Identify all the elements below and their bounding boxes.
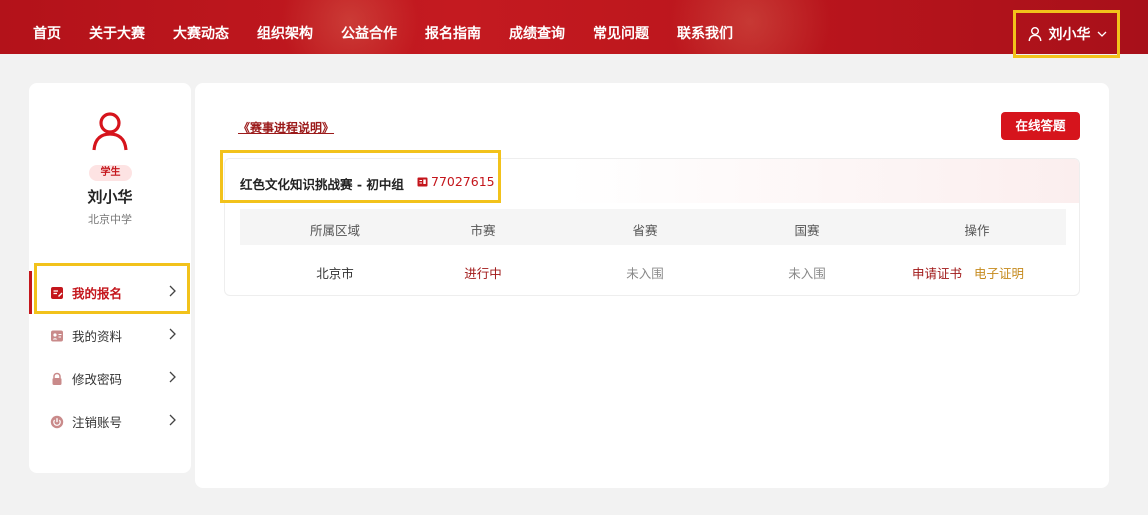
nav-item-contact[interactable]: 联系我们 — [663, 0, 747, 54]
sidebar-item-label: 修改密码 — [72, 372, 123, 387]
sidebar-item-label: 我的资料 — [72, 329, 123, 344]
nav-item-about[interactable]: 关于大赛 — [75, 0, 159, 54]
cell-region: 北京市 — [316, 266, 354, 281]
chevron-right-icon — [168, 285, 176, 300]
column-header: 国赛 — [794, 223, 820, 238]
column-header: 所属区域 — [309, 223, 360, 238]
avatar-user-icon — [91, 111, 129, 151]
sidebar-item-my-registration[interactable]: 我的报名 — [29, 271, 191, 314]
chevron-right-icon — [168, 371, 176, 386]
nav-item-organization[interactable]: 组织架构 — [243, 0, 327, 54]
registration-icon — [50, 286, 64, 300]
cell-national-status: 未入围 — [788, 266, 826, 281]
cell-province-status: 未入围 — [626, 266, 664, 281]
nav-item-score-query[interactable]: 成绩查询 — [495, 0, 579, 54]
nav-item-charity[interactable]: 公益合作 — [327, 0, 411, 54]
lock-icon — [50, 372, 64, 386]
nav-item-registration-guide[interactable]: 报名指南 — [411, 0, 495, 54]
id-card-icon — [417, 176, 428, 187]
card-header: 红色文化知识挑战赛 - 初中组 77027615 — [225, 159, 1079, 203]
top-nav-bar: 首页 关于大赛 大赛动态 组织架构 公益合作 报名指南 成绩查询 常见问题 联系… — [0, 0, 1148, 54]
main-panel: 《赛事进程说明》 在线答题 红色文化知识挑战赛 - 初中组 77027615 所… — [195, 83, 1109, 488]
nav-item-news[interactable]: 大赛动态 — [159, 0, 243, 54]
registration-card: 红色文化知识挑战赛 - 初中组 77027615 所属区域 市赛 省赛 国赛 操… — [224, 158, 1080, 296]
main-nav: 首页 关于大赛 大赛动态 组织架构 公益合作 报名指南 成绩查询 常见问题 联系… — [19, 0, 747, 54]
sidebar-item-my-profile[interactable]: 我的资料 — [29, 314, 191, 357]
cell-actions: 申请证书 电子证明 — [912, 263, 1024, 282]
profile-school: 北京中学 — [88, 213, 132, 226]
process-description-link[interactable]: 《赛事进程说明》 — [238, 119, 334, 136]
contest-name: 红色文化知识挑战赛 - 初中组 — [240, 177, 404, 192]
cell-city-status: 进行中 — [464, 266, 502, 281]
column-header: 省赛 — [632, 223, 658, 238]
sidebar-item-label: 我的报名 — [72, 286, 123, 301]
user-icon — [1027, 26, 1043, 42]
column-header: 市赛 — [470, 223, 496, 238]
sidebar-item-change-password[interactable]: 修改密码 — [29, 357, 191, 400]
column-header: 操作 — [964, 223, 990, 238]
sidebar: 学生 刘小华 北京中学 我的报名 我的资料 修改密码 注销账号 — [29, 83, 191, 473]
user-menu-name: 刘小华 — [1048, 27, 1091, 43]
sidebar-item-label: 注销账号 — [72, 415, 123, 430]
registration-number: 77027615 — [431, 174, 495, 189]
nav-item-home[interactable]: 首页 — [19, 0, 75, 54]
nav-item-faq[interactable]: 常见问题 — [579, 0, 663, 54]
table-header: 所属区域 市赛 省赛 国赛 操作 — [240, 209, 1066, 245]
apply-certificate-link[interactable]: 申请证书 — [912, 266, 962, 281]
user-menu-dropdown[interactable]: 刘小华 — [1013, 10, 1120, 58]
power-icon — [50, 415, 64, 429]
profile-name: 刘小华 — [87, 188, 133, 206]
electronic-certificate-link[interactable]: 电子证明 — [974, 266, 1024, 281]
chevron-right-icon — [168, 328, 176, 343]
chevron-right-icon — [168, 414, 176, 429]
sidebar-item-cancel-account[interactable]: 注销账号 — [29, 400, 191, 443]
role-badge: 学生 — [89, 165, 132, 181]
online-answer-button[interactable]: 在线答题 — [1001, 112, 1080, 140]
profile-card-icon — [50, 329, 64, 343]
chevron-down-icon — [1097, 30, 1107, 38]
